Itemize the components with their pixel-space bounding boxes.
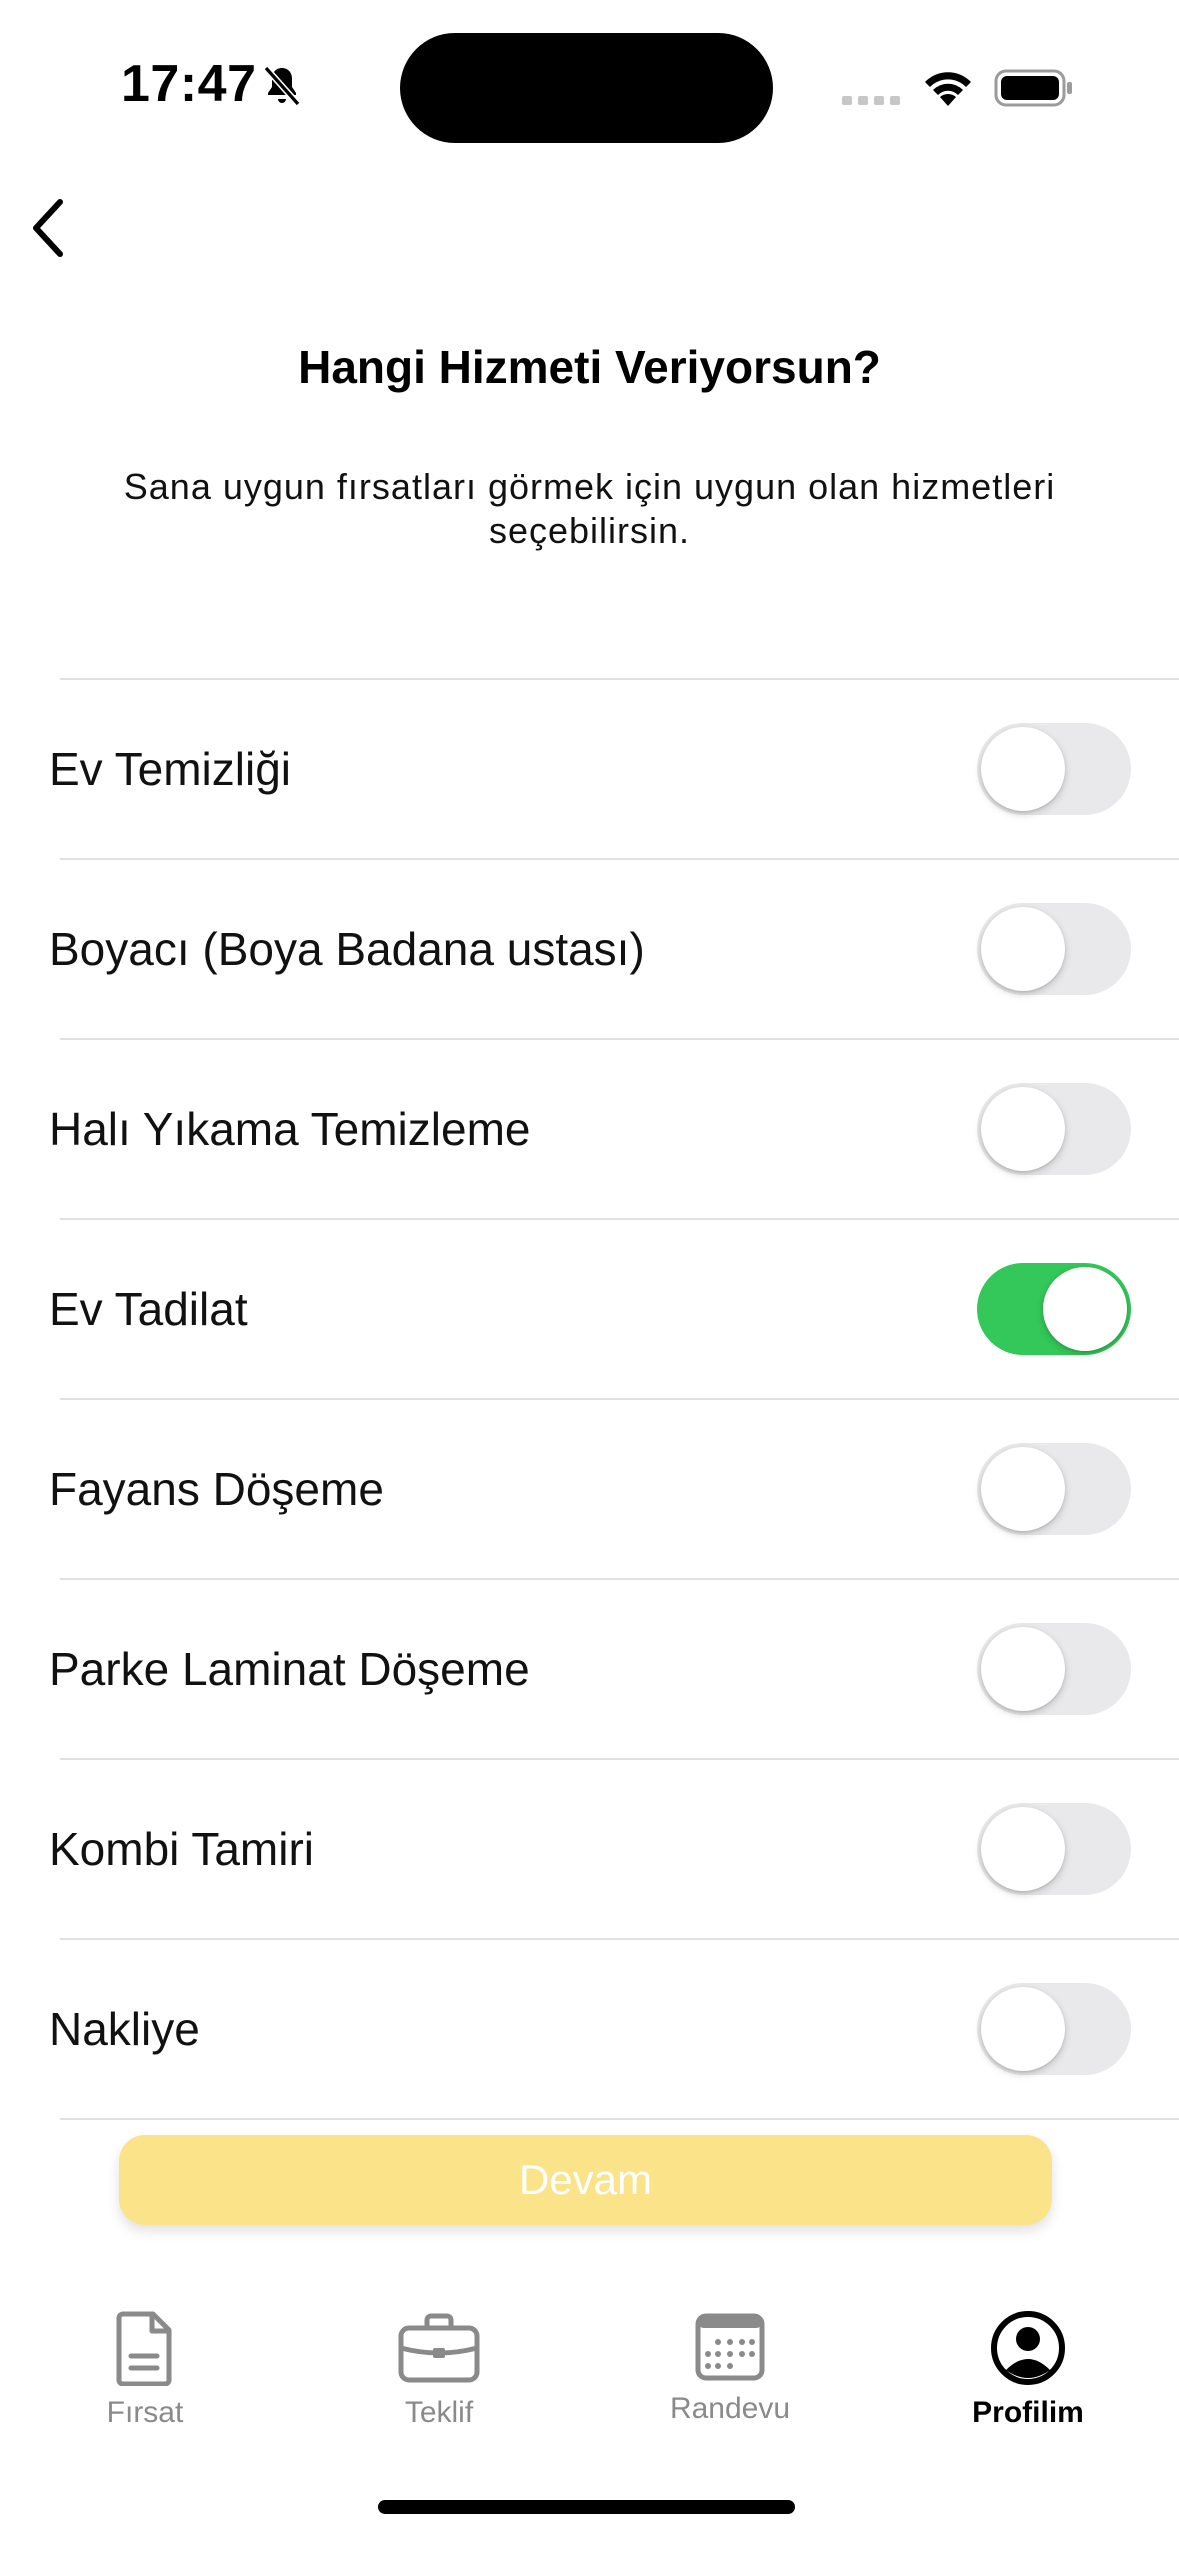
service-toggle[interactable] [977,1803,1131,1895]
bell-slash-icon [263,65,301,107]
toggle-knob [981,1627,1065,1711]
continue-button[interactable]: Devam [119,2135,1052,2225]
service-label: Ev Tadilat [49,1283,248,1335]
status-time: 17:47 [121,55,257,113]
page-subtitle: Sana uygun fırsatları görmek için uygun … [123,466,1056,551]
service-toggle[interactable] [977,1983,1131,2075]
status-bar: 17:47 [0,0,1179,175]
service-toggle[interactable] [977,1263,1131,1355]
service-label: Kombi Tamiri [49,1823,314,1875]
service-row[interactable]: Fayans Döşeme [49,1398,1179,1578]
toggle-knob [1043,1267,1127,1351]
service-label: Ev Temizliği [49,743,291,795]
service-label: Nakliye [49,2003,200,2055]
service-row[interactable]: Ev Temizliği [49,678,1179,858]
toggle-knob [981,1447,1065,1531]
tab-profilim[interactable]: Profilim [918,2290,1138,2450]
toggle-knob [981,1087,1065,1171]
cellular-signal-icon [842,96,900,105]
service-row[interactable]: Boyacı (Boya Badana ustası) [49,858,1179,1038]
tab-randevu[interactable]: Randevu [620,2290,840,2450]
briefcase-icon [398,2313,480,2383]
service-toggle[interactable] [977,723,1131,815]
service-row[interactable]: Parke Laminat Döşeme [49,1578,1179,1758]
service-toggle[interactable] [977,903,1131,995]
profile-icon [991,2311,1065,2385]
tab-teklif[interactable]: Teklif [329,2290,549,2450]
tab-label: Profilim [972,2396,1084,2429]
tab-bar: Fırsat Teklif Randevu Profilim [0,2290,1179,2470]
toggle-knob [981,907,1065,991]
wifi-icon [925,72,971,106]
calendar-icon [695,2313,765,2381]
page-title: Hangi Hizmeti Veriyorsun? [298,341,881,393]
service-list: Ev Temizliği Boyacı (Boya Badana ustası)… [0,678,1179,2120]
back-button[interactable] [18,190,78,266]
battery-icon [994,69,1072,107]
toggle-knob [981,727,1065,811]
service-label: Boyacı (Boya Badana ustası) [49,923,645,975]
service-toggle[interactable] [977,1083,1131,1175]
document-icon [116,2311,172,2386]
service-label: Parke Laminat Döşeme [49,1643,530,1695]
service-label: Halı Yıkama Temizleme [49,1103,531,1155]
toggle-knob [981,1987,1065,2071]
service-toggle[interactable] [977,1443,1131,1535]
tab-firsat[interactable]: Fırsat [35,2290,255,2450]
chevron-left-icon [33,199,63,257]
toggle-knob [981,1807,1065,1891]
service-row[interactable]: Kombi Tamiri [49,1758,1179,1938]
service-label: Fayans Döşeme [49,1463,384,1515]
service-toggle[interactable] [977,1623,1131,1715]
service-row[interactable]: Ev Tadilat [49,1218,1179,1398]
service-row[interactable]: Halı Yıkama Temizleme [49,1038,1179,1218]
tab-label: Randevu [669,2392,791,2425]
service-row[interactable]: Nakliye [49,1938,1179,2120]
tab-label: Teklif [404,2396,474,2429]
home-indicator [378,2500,795,2514]
tab-label: Fırsat [106,2396,184,2429]
dynamic-island [400,33,773,143]
